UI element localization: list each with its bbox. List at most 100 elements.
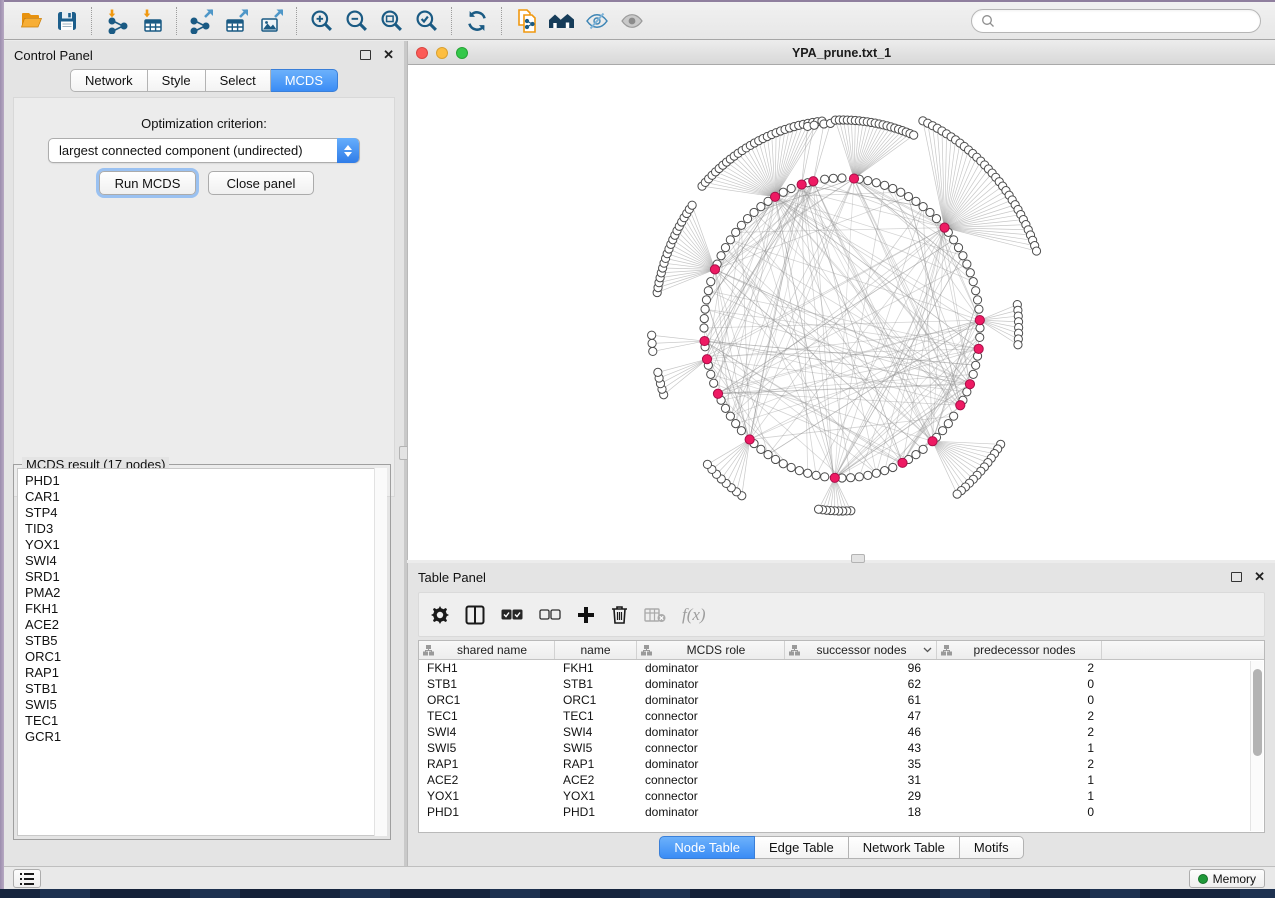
mcds-result-item[interactable]: PMA2 xyxy=(18,585,386,601)
table-cell[interactable]: connector xyxy=(637,708,785,724)
table-cell[interactable]: connector xyxy=(637,788,785,804)
table-cell[interactable]: 96 xyxy=(785,660,937,676)
export-image-button[interactable] xyxy=(254,6,289,36)
table-cell[interactable]: connector xyxy=(637,740,785,756)
clone-network-button[interactable] xyxy=(509,6,544,36)
show-panels-button[interactable] xyxy=(13,869,41,888)
select-all-columns-button[interactable] xyxy=(501,602,523,628)
table-cell[interactable]: 2 xyxy=(937,724,1102,740)
table-cell[interactable]: dominator xyxy=(637,676,785,692)
zoom-selected-button[interactable] xyxy=(409,6,444,36)
table-cell[interactable]: 29 xyxy=(785,788,937,804)
zoom-out-button[interactable] xyxy=(339,6,374,36)
column-header-successor-nodes[interactable]: successor nodes xyxy=(785,641,937,659)
table-cell[interactable]: TEC1 xyxy=(419,708,555,724)
table-cell[interactable]: 43 xyxy=(785,740,937,756)
column-header-name[interactable]: name xyxy=(555,641,637,659)
table-cell[interactable]: PHD1 xyxy=(555,804,637,820)
column-header-mcds-role[interactable]: MCDS role xyxy=(637,641,785,659)
zoom-in-button[interactable] xyxy=(304,6,339,36)
table-row[interactable]: FKH1FKH1dominator962 xyxy=(419,660,1264,676)
table-cell[interactable]: ACE2 xyxy=(555,772,637,788)
mcds-result-item[interactable]: ORC1 xyxy=(18,649,386,665)
table-cell[interactable]: ORC1 xyxy=(555,692,637,708)
delete-column-button[interactable] xyxy=(611,602,628,628)
table-cell[interactable]: dominator xyxy=(637,692,785,708)
mcds-result-item[interactable]: TEC1 xyxy=(18,713,386,729)
table-cell[interactable]: SWI5 xyxy=(555,740,637,756)
export-table-button[interactable] xyxy=(219,6,254,36)
table-cell[interactable]: 1 xyxy=(937,772,1102,788)
open-button[interactable] xyxy=(14,6,49,36)
import-table-button[interactable] xyxy=(134,6,169,36)
table-cell[interactable]: connector xyxy=(637,772,785,788)
table-cell[interactable]: dominator xyxy=(637,756,785,772)
mcds-result-item[interactable]: STB1 xyxy=(18,681,386,697)
table-cell[interactable]: ACE2 xyxy=(419,772,555,788)
mcds-result-item[interactable]: TID3 xyxy=(18,521,386,537)
table-cell[interactable]: 62 xyxy=(785,676,937,692)
table-cell[interactable]: 35 xyxy=(785,756,937,772)
mcds-result-item[interactable]: SRD1 xyxy=(18,569,386,585)
table-cell[interactable]: 31 xyxy=(785,772,937,788)
table-cell[interactable]: RAP1 xyxy=(419,756,555,772)
table-cell[interactable]: STB1 xyxy=(419,676,555,692)
table-cell[interactable]: ORC1 xyxy=(419,692,555,708)
table-cell[interactable]: 2 xyxy=(937,708,1102,724)
table-cell[interactable]: FKH1 xyxy=(555,660,637,676)
table-cell[interactable]: 47 xyxy=(785,708,937,724)
column-header-shared-name[interactable]: shared name xyxy=(419,641,555,659)
table-cell[interactable]: 0 xyxy=(937,676,1102,692)
table-row[interactable]: RAP1RAP1dominator352 xyxy=(419,756,1264,772)
search-input[interactable] xyxy=(1001,11,1251,31)
table-cell[interactable]: 1 xyxy=(937,788,1102,804)
table-cell[interactable]: FKH1 xyxy=(419,660,555,676)
close-table-panel-icon[interactable]: ✕ xyxy=(1254,572,1265,582)
table-cell[interactable]: SWI4 xyxy=(555,724,637,740)
table-cell[interactable]: PHD1 xyxy=(419,804,555,820)
network-canvas[interactable] xyxy=(408,65,1275,560)
tab-mcds[interactable]: MCDS xyxy=(271,69,338,92)
table-cell[interactable]: SWI4 xyxy=(419,724,555,740)
table-cell[interactable]: dominator xyxy=(637,660,785,676)
table-settings-button[interactable] xyxy=(431,602,449,628)
zoom-fit-button[interactable] xyxy=(374,6,409,36)
table-cell[interactable]: dominator xyxy=(637,804,785,820)
mcds-result-item[interactable]: SWI5 xyxy=(18,697,386,713)
table-tab-network-table[interactable]: Network Table xyxy=(849,836,960,859)
search-field[interactable] xyxy=(971,9,1261,33)
tab-style[interactable]: Style xyxy=(148,69,206,92)
table-cell[interactable]: SWI5 xyxy=(419,740,555,756)
table-tab-motifs[interactable]: Motifs xyxy=(960,836,1024,859)
mcds-result-item[interactable]: ACE2 xyxy=(18,617,386,633)
table-tab-edge-table[interactable]: Edge Table xyxy=(755,836,849,859)
table-cell[interactable]: 2 xyxy=(937,756,1102,772)
mcds-result-item[interactable]: PHD1 xyxy=(18,473,386,489)
first-neighbors-button[interactable] xyxy=(544,6,579,36)
table-scrollbar-thumb[interactable] xyxy=(1253,669,1262,756)
table-row[interactable]: YOX1YOX1connector291 xyxy=(419,788,1264,804)
table-cell[interactable]: 18 xyxy=(785,804,937,820)
unselect-all-columns-button[interactable] xyxy=(539,602,561,628)
mcds-result-item[interactable]: GCR1 xyxy=(18,729,386,745)
table-cell[interactable]: 2 xyxy=(937,660,1102,676)
add-column-button[interactable] xyxy=(577,602,595,628)
table-row[interactable]: SWI4SWI4dominator462 xyxy=(419,724,1264,740)
tab-select[interactable]: Select xyxy=(206,69,271,92)
table-cell[interactable]: TEC1 xyxy=(555,708,637,724)
table-cell[interactable]: STB1 xyxy=(555,676,637,692)
mcds-result-item[interactable]: STB5 xyxy=(18,633,386,649)
table-cell[interactable]: RAP1 xyxy=(555,756,637,772)
table-row[interactable]: TEC1TEC1connector472 xyxy=(419,708,1264,724)
mcds-result-list[interactable]: PHD1CAR1STP4TID3YOX1SWI4SRD1PMA2FKH1ACE2… xyxy=(17,468,387,836)
horizontal-splitter-grip[interactable] xyxy=(851,554,865,563)
mcds-result-item[interactable]: SWI4 xyxy=(18,553,386,569)
table-scrollbar[interactable] xyxy=(1250,661,1263,831)
close-panel-button[interactable]: Close panel xyxy=(208,171,314,195)
refresh-button[interactable] xyxy=(459,6,494,36)
table-cell[interactable]: dominator xyxy=(637,724,785,740)
tab-network[interactable]: Network xyxy=(70,69,148,92)
mcds-result-item[interactable]: STP4 xyxy=(18,505,386,521)
table-cell[interactable]: YOX1 xyxy=(555,788,637,804)
criterion-select[interactable]: largest connected component (undirected) xyxy=(48,138,360,163)
